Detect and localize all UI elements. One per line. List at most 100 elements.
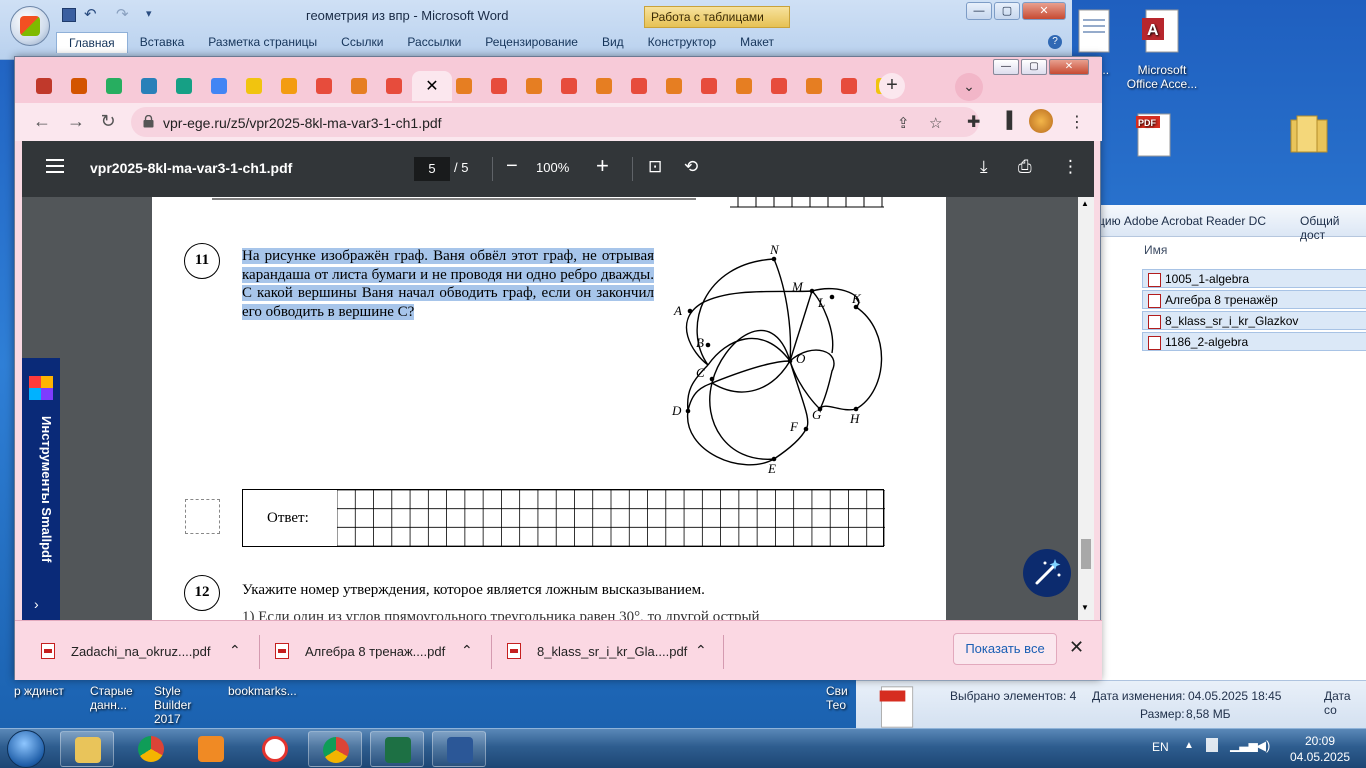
side-panel-icon[interactable]: ▐ (1001, 112, 1012, 130)
question-text[interactable]: На рисунке изображён граф. Ваня обвёл эт… (242, 247, 654, 321)
office-button[interactable] (10, 6, 50, 46)
tab[interactable] (587, 71, 621, 101)
tab[interactable] (342, 71, 376, 101)
zoom-level[interactable]: 100% (536, 160, 569, 175)
file-item[interactable]: 1186_2-algebra (1142, 332, 1366, 351)
page-number-input[interactable]: 5 (414, 157, 450, 181)
tab[interactable] (237, 71, 271, 101)
extensions-icon[interactable]: ✚ (967, 112, 980, 132)
file-item[interactable]: Алгебра 8 тренажёр (1142, 290, 1366, 309)
scroll-down-arrow[interactable]: ▼ (1081, 603, 1089, 612)
show-all-downloads-button[interactable]: Показать все (953, 633, 1057, 665)
chevron-up-icon[interactable]: ⌃ (461, 642, 473, 659)
explorer-open-with[interactable]: цию Adobe Acrobat Reader DC (1098, 214, 1266, 228)
tab[interactable] (27, 71, 61, 101)
word-close-button[interactable]: ✕ (1022, 2, 1066, 20)
scroll-up-arrow[interactable]: ▲ (1081, 199, 1089, 208)
tab[interactable] (97, 71, 131, 101)
taskbar-yandex-browser[interactable] (248, 731, 302, 767)
chrome-minimize-button[interactable]: — (993, 59, 1019, 75)
menu-icon[interactable] (46, 159, 64, 173)
forward-button[interactable]: → (65, 111, 87, 133)
show-hidden-icons[interactable]: ▲ (1184, 740, 1194, 751)
desktop-icon-access[interactable]: A Microsoft Office Acce... (1122, 8, 1202, 91)
scrollbar-thumb[interactable] (1081, 539, 1091, 569)
tab[interactable] (482, 71, 516, 101)
zoom-in-button[interactable]: + (596, 153, 609, 179)
print-icon[interactable]: ⎙ (1018, 157, 1032, 177)
site-info-icon[interactable] (143, 115, 154, 128)
download-item[interactable]: Алгебра 8 тренаж....pdf ⌃ (275, 633, 485, 669)
tab-active[interactable]: ✕ (412, 71, 452, 101)
word-tab-review[interactable]: Рецензирование (473, 32, 590, 53)
chrome-maximize-button[interactable]: ▢ (1021, 59, 1047, 75)
undo-icon[interactable]: ↶ (84, 5, 97, 23)
taskbar-word[interactable] (432, 731, 486, 767)
customize-quick-access-icon[interactable]: ▾ (146, 7, 152, 20)
magic-wand-button[interactable] (1023, 549, 1071, 597)
tab[interactable] (797, 71, 831, 101)
tab[interactable] (762, 71, 796, 101)
language-indicator[interactable]: EN (1152, 740, 1169, 754)
download-icon[interactable]: ⤓ (980, 157, 988, 177)
download-item[interactable]: 8_klass_sr_i_kr_Gla....pdf ⌃ (507, 633, 717, 669)
tab[interactable] (447, 71, 481, 101)
pdf-viewport[interactable]: 11 На рисунке изображён граф. Ваня обвёл… (22, 197, 1094, 620)
new-tab-button[interactable]: + (879, 73, 905, 99)
chrome-close-button[interactable]: ✕ (1049, 59, 1089, 75)
clock[interactable]: 20:09 04.05.2025 (1290, 733, 1350, 765)
column-header-name[interactable]: Имя (1144, 243, 1167, 257)
taskbar-chrome-active[interactable] (308, 731, 362, 767)
taskbar-excel[interactable] (370, 731, 424, 767)
back-button[interactable]: ← (31, 111, 53, 133)
taskbar-explorer[interactable] (60, 731, 114, 767)
tab[interactable] (202, 71, 236, 101)
close-download-shelf-icon[interactable]: ✕ (1069, 637, 1084, 658)
word-tab-mailings[interactable]: Рассылки (395, 32, 473, 53)
tab[interactable] (517, 71, 551, 101)
tab[interactable] (272, 71, 306, 101)
rotate-icon[interactable]: ⟲ (684, 157, 698, 177)
word-tab-layout[interactable]: Макет (728, 32, 786, 53)
tab[interactable] (62, 71, 96, 101)
volume-icon[interactable]: ◀) (1256, 738, 1270, 754)
word-tab-view[interactable]: Вид (590, 32, 636, 53)
save-icon[interactable] (62, 8, 76, 22)
taskbar-chrome[interactable] (124, 731, 178, 767)
profile-avatar[interactable] (1029, 109, 1053, 133)
answer-grid[interactable] (337, 490, 885, 546)
word-tab-page-layout[interactable]: Разметка страницы (196, 32, 329, 53)
redo-icon[interactable]: ↷ (116, 5, 129, 23)
tab[interactable] (657, 71, 691, 101)
tab[interactable] (307, 71, 341, 101)
tab[interactable] (727, 71, 761, 101)
signal-icon[interactable]: ▁▃▅ (1230, 738, 1258, 752)
vertical-scrollbar[interactable]: ▲ ▼ (1078, 197, 1094, 620)
zoom-out-button[interactable]: − (506, 155, 518, 178)
network-icon[interactable] (1206, 738, 1218, 752)
share-icon[interactable]: ⇪ (897, 114, 910, 132)
reload-button[interactable]: ↻ (97, 111, 119, 133)
download-item[interactable]: Zadachi_na_okruz....pdf ⌃ (41, 633, 251, 669)
explorer-share[interactable]: Общий дост (1300, 214, 1366, 242)
close-tab-icon[interactable]: ✕ (425, 76, 438, 96)
start-button[interactable] (4, 729, 50, 768)
tab[interactable] (622, 71, 656, 101)
word-tab-insert[interactable]: Вставка (128, 32, 197, 53)
tab[interactable] (167, 71, 201, 101)
word-minimize-button[interactable]: — (966, 2, 992, 20)
tab[interactable] (832, 71, 866, 101)
chevron-up-icon[interactable]: ⌃ (695, 642, 707, 659)
more-actions-icon[interactable]: ⋮ (1062, 157, 1079, 177)
word-maximize-button[interactable]: ▢ (994, 2, 1020, 20)
chevron-up-icon[interactable]: ⌃ (229, 642, 241, 659)
chrome-menu-icon[interactable]: ⋮ (1069, 112, 1085, 132)
chevron-right-icon[interactable]: › (34, 596, 39, 612)
desktop-icon-folder[interactable] (1284, 112, 1334, 167)
file-item[interactable]: 8_klass_sr_i_kr_Glazkov (1142, 311, 1366, 330)
fit-to-page-icon[interactable]: ⊡ (648, 157, 662, 177)
help-icon[interactable]: ? (1048, 35, 1062, 49)
word-tab-home[interactable]: Главная (56, 32, 128, 53)
file-item[interactable]: 1005_1-algebra (1142, 269, 1366, 288)
tab[interactable] (692, 71, 726, 101)
